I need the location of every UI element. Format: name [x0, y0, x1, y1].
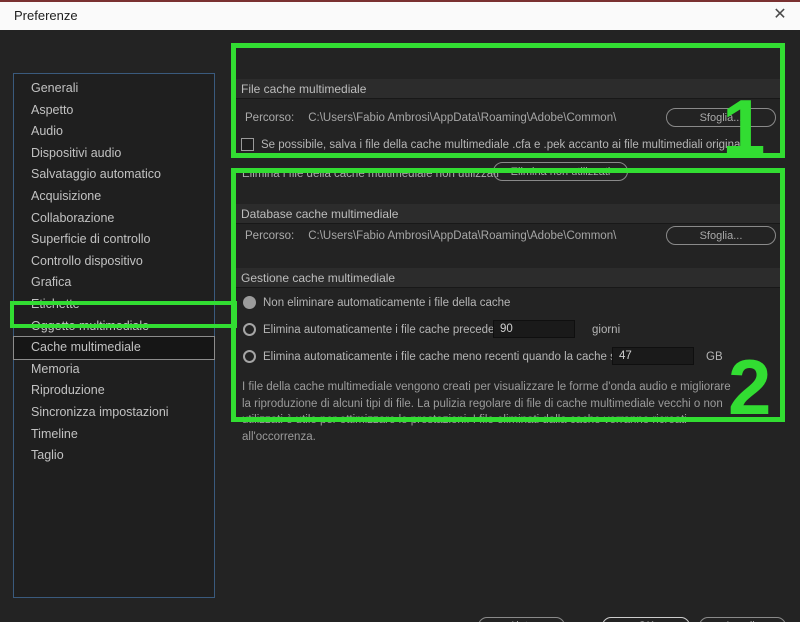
save-beside-originals-checkbox[interactable] — [241, 138, 254, 151]
sidebar-item-timeline[interactable]: Timeline — [14, 424, 214, 446]
file-cache-path-label: Percorso: — [245, 112, 294, 124]
cache-management-section-header: Gestione cache multimediale — [236, 268, 781, 288]
cache-description-text: I file della cache multimediale vengono … — [242, 379, 742, 445]
sidebar-item-sincronizza-impostazioni[interactable]: Sincronizza impostazioni — [14, 402, 214, 424]
file-cache-path-value: C:\Users\Fabio Ambrosi\AppData\Roaming\A… — [308, 112, 616, 124]
delete-unused-button[interactable]: Elimina non utilizzati — [493, 162, 628, 181]
file-cache-path-row: Percorso: C:\Users\Fabio Ambrosi\AppData\… — [245, 112, 616, 124]
sidebar-item-riproduzione[interactable]: Riproduzione — [14, 380, 214, 402]
radio-no-auto-delete[interactable] — [243, 296, 256, 309]
sidebar-item-salvataggio-automatico[interactable]: Salvataggio automatico — [14, 164, 214, 186]
ok-button[interactable]: OK — [602, 617, 690, 622]
file-cache-browse-button[interactable]: Sfoglia... — [666, 108, 776, 127]
sidebar-item-grafica[interactable]: Grafica — [14, 272, 214, 294]
sidebar-item-audio[interactable]: Audio — [14, 121, 214, 143]
database-cache-section-header: Database cache multimediale — [236, 204, 781, 224]
radio-delete-over-size-label: Elimina automaticamente i file cache men… — [263, 351, 648, 363]
days-input[interactable] — [493, 320, 575, 338]
database-cache-browse-button[interactable]: Sfoglia... — [666, 226, 776, 245]
dialog-body: Generali Aspetto Audio Dispositivi audio… — [0, 30, 800, 622]
radio-no-auto-delete-label: Non eliminare automaticamente i file del… — [263, 297, 510, 309]
sidebar-item-cache-multimediale[interactable]: Cache multimediale — [14, 337, 214, 359]
size-unit-label: GB — [706, 351, 723, 363]
dialog-title: Preferenze — [14, 8, 78, 23]
preferences-dialog: Preferenze ✕ Generali Aspetto Audio Disp… — [0, 0, 800, 622]
save-beside-originals-label: Se possibile, salva i file della cache m… — [261, 139, 746, 151]
sidebar-item-superficie-di-controllo[interactable]: Superficie di controllo — [14, 229, 214, 251]
sidebar-item-acquisizione[interactable]: Acquisizione — [14, 186, 214, 208]
title-bar: Preferenze ✕ — [0, 0, 800, 30]
days-unit-label: giorni — [592, 324, 620, 336]
delete-unused-label: Elimina i file della cache multimediale … — [242, 168, 499, 180]
sidebar-item-aspetto[interactable]: Aspetto — [14, 100, 214, 122]
database-cache-path-label: Percorso: — [245, 230, 294, 242]
help-button[interactable]: Aiuto — [478, 617, 565, 622]
radio-delete-older-than-label: Elimina automaticamente i file cache pre… — [263, 324, 519, 336]
sidebar-item-memoria[interactable]: Memoria — [14, 359, 214, 381]
sidebar-item-generali[interactable]: Generali — [14, 78, 214, 100]
sidebar-item-collaborazione[interactable]: Collaborazione — [14, 208, 214, 230]
sidebar-item-taglio[interactable]: Taglio — [14, 445, 214, 467]
size-input[interactable] — [612, 347, 694, 365]
file-cache-section-header: File cache multimediale — [236, 79, 781, 99]
sidebar-item-oggetto-multimediale[interactable]: Oggetto multimediale — [14, 316, 214, 338]
database-cache-path-row: Percorso: C:\Users\Fabio Ambrosi\AppData\… — [245, 230, 616, 242]
radio-delete-over-size[interactable] — [243, 350, 256, 363]
sidebar-item-dispositivi-audio[interactable]: Dispositivi audio — [14, 143, 214, 165]
cancel-button[interactable]: Annulla — [699, 617, 786, 622]
titlebar-accent-line — [0, 0, 800, 2]
preferences-category-list: Generali Aspetto Audio Dispositivi audio… — [13, 73, 215, 598]
database-cache-path-value: C:\Users\Fabio Ambrosi\AppData\Roaming\A… — [308, 230, 616, 242]
sidebar-item-controllo-dispositivo[interactable]: Controllo dispositivo — [14, 251, 214, 273]
radio-delete-older-than[interactable] — [243, 323, 256, 336]
sidebar-item-etichette[interactable]: Etichette — [14, 294, 214, 316]
close-icon[interactable]: ✕ — [768, 4, 792, 26]
